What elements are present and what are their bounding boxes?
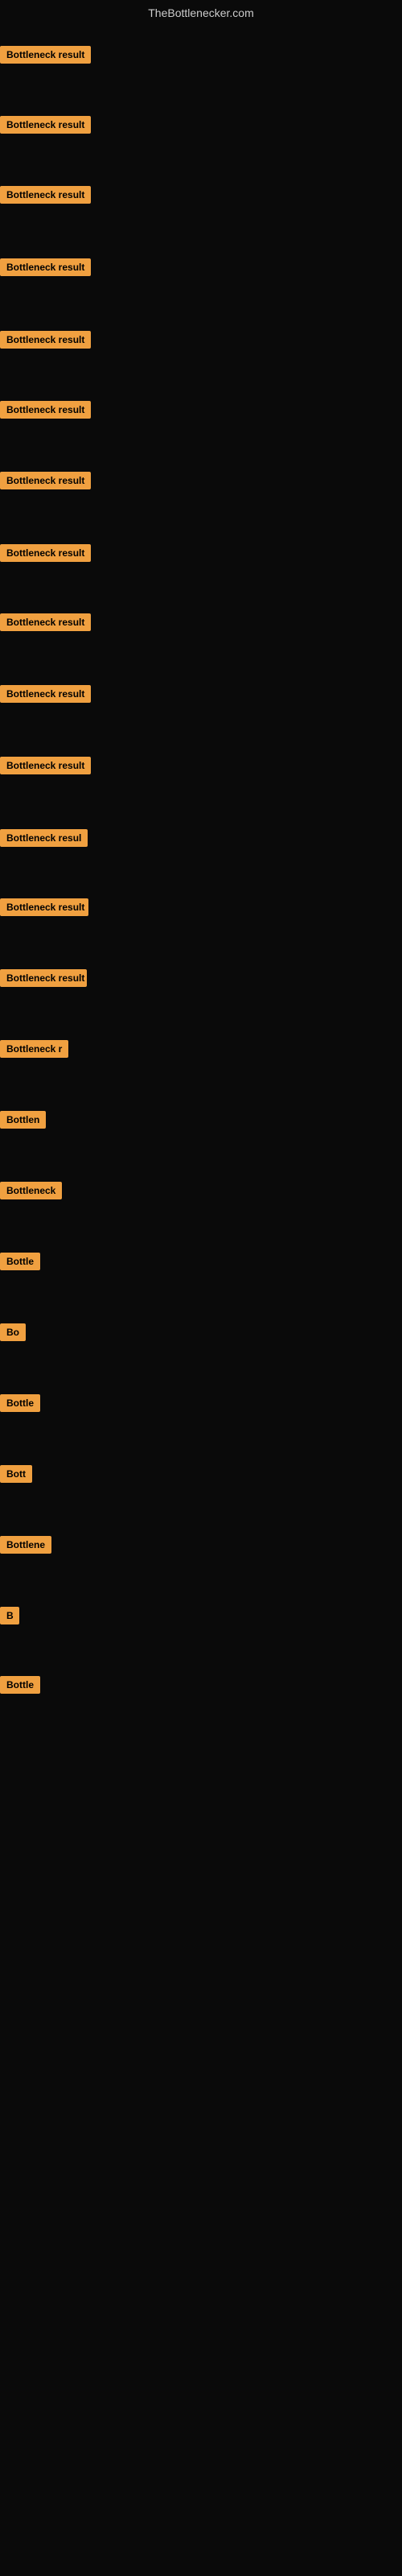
bottleneck-result-badge[interactable]: Bottleneck result <box>0 331 91 353</box>
bottleneck-result-badge[interactable]: Bottlene <box>0 1536 51 1558</box>
badge-label: Bottle <box>0 1253 40 1270</box>
badge-label: Bottleneck result <box>0 116 91 134</box>
bottleneck-result-badge[interactable]: Bottleneck result <box>0 46 91 68</box>
bottleneck-result-badge[interactable]: Bottlen <box>0 1111 46 1133</box>
badge-label: Bottleneck result <box>0 757 91 774</box>
badge-label: Bottleneck result <box>0 46 91 64</box>
bottleneck-result-badge[interactable]: Bott <box>0 1465 32 1487</box>
bottleneck-result-badge[interactable]: Bottleneck result <box>0 116 91 138</box>
badge-label: Bottleneck result <box>0 969 87 987</box>
site-title: TheBottlenecker.com <box>0 0 402 23</box>
badge-label: Bottleneck result <box>0 472 91 489</box>
bottleneck-result-badge[interactable]: Bottleneck result <box>0 258 91 280</box>
badge-label: Bottleneck result <box>0 186 91 204</box>
badge-label: Bottleneck result <box>0 898 88 916</box>
badge-label: B <box>0 1607 19 1624</box>
bottleneck-result-badge[interactable]: Bottleneck result <box>0 898 88 920</box>
badge-label: Bottleneck result <box>0 685 91 703</box>
bottleneck-result-badge[interactable]: Bottleneck r <box>0 1040 68 1062</box>
bottleneck-result-badge[interactable]: Bottleneck resul <box>0 829 88 851</box>
badge-label: Bottleneck result <box>0 331 91 349</box>
badge-label: Bottle <box>0 1676 40 1694</box>
badge-label: Bottleneck result <box>0 613 91 631</box>
bottleneck-result-badge[interactable]: Bottleneck result <box>0 401 91 423</box>
badge-label: Bottle <box>0 1394 40 1412</box>
bottleneck-result-badge[interactable]: Bottle <box>0 1676 40 1698</box>
bottleneck-result-badge[interactable]: Bottleneck result <box>0 757 91 778</box>
badge-label: Bottleneck <box>0 1182 62 1199</box>
badge-label: Bott <box>0 1465 32 1483</box>
bottleneck-result-badge[interactable]: Bottleneck result <box>0 969 87 991</box>
badge-label: Bottleneck resul <box>0 829 88 847</box>
bottleneck-result-badge[interactable]: Bottleneck <box>0 1182 62 1203</box>
badge-label: Bottleneck result <box>0 258 91 276</box>
badge-label: Bottleneck result <box>0 401 91 419</box>
badge-label: Bottleneck result <box>0 544 91 562</box>
badge-label: Bottlen <box>0 1111 46 1129</box>
bottleneck-result-badge[interactable]: Bottle <box>0 1394 40 1416</box>
badge-label: Bottleneck r <box>0 1040 68 1058</box>
bottleneck-result-badge[interactable]: Bottleneck result <box>0 544 91 566</box>
bottleneck-result-badge[interactable]: Bottleneck result <box>0 613 91 635</box>
bottleneck-result-badge[interactable]: Bo <box>0 1323 26 1345</box>
badge-label: Bo <box>0 1323 26 1341</box>
bottleneck-result-badge[interactable]: Bottle <box>0 1253 40 1274</box>
badge-label: Bottlene <box>0 1536 51 1554</box>
bottleneck-result-badge[interactable]: B <box>0 1607 19 1629</box>
bottleneck-result-badge[interactable]: Bottleneck result <box>0 685 91 707</box>
bottleneck-result-badge[interactable]: Bottleneck result <box>0 472 91 493</box>
bottleneck-result-badge[interactable]: Bottleneck result <box>0 186 91 208</box>
